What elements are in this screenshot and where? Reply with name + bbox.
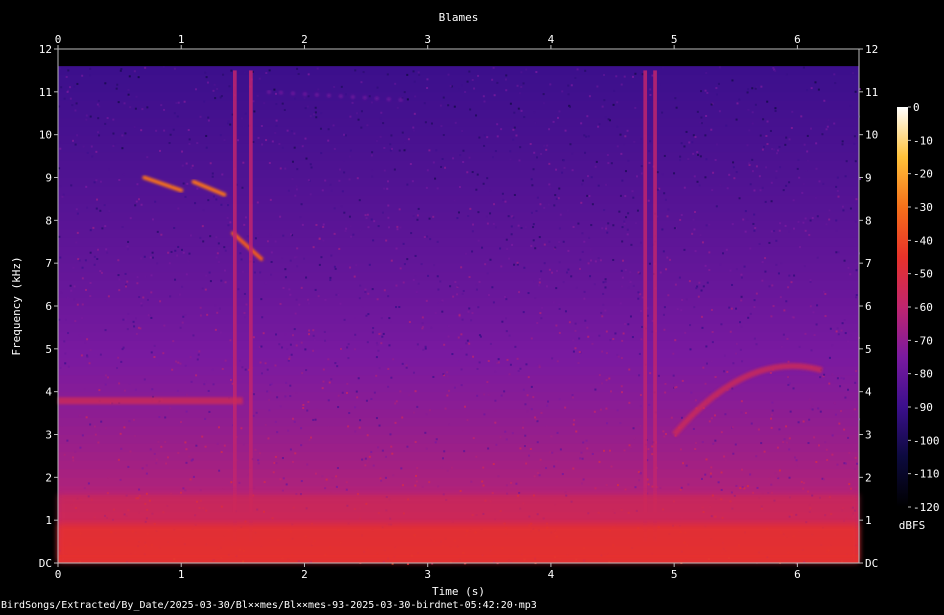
y-tick-label-left: 7 — [45, 257, 52, 270]
y-tick-label-right: 9 — [865, 172, 872, 185]
colorbar-ticks: 0 -10 -20 -30 -40 -50 -60 -70 -80 -90 -100 -110 -120 — [908, 101, 940, 514]
y-tick-label-left: DC — [39, 557, 52, 570]
y-tick-label-left: 4 — [45, 386, 52, 399]
y-tick-label-right: DC — [865, 557, 878, 570]
y-tick-label-left: 12 — [39, 43, 52, 56]
y-tick-label-left: 3 — [45, 429, 52, 442]
x-tick-label-bottom: 3 — [424, 568, 431, 581]
y-tick-label-right: 5 — [865, 343, 872, 356]
spectrogram-window: 0 0 1 1 2 2 3 3 4 4 5 5 6 6 DC DC 1 1 2 2 3 3 4 4 5 5 6 6 7 7 8 8 9 9 10 10… — [0, 0, 944, 611]
colorbar-tick-label: -100 — [913, 434, 940, 447]
y-tick-label-left: 5 — [45, 343, 52, 356]
x-axis-label: Time (s) — [432, 585, 485, 598]
x-tick-label-bottom: 5 — [671, 568, 678, 581]
colorbar-label: dBFS — [899, 519, 926, 532]
y-tick-label-right: 3 — [865, 429, 872, 442]
y-tick-label-right: 10 — [865, 129, 878, 142]
band-mark — [58, 397, 243, 405]
x-tick-label-top: 2 — [301, 33, 308, 46]
click-mark — [249, 70, 253, 542]
colorbar — [897, 107, 908, 507]
y-tick-label-right: 8 — [865, 214, 872, 227]
x-tick-label-bottom: 1 — [178, 568, 185, 581]
click-mark — [232, 70, 237, 542]
y-tick-label-right: 6 — [865, 300, 872, 313]
x-tick-label-bottom: 6 — [794, 568, 801, 581]
click-mark — [643, 70, 648, 542]
x-tick-label-top: 4 — [548, 33, 555, 46]
low-band-mark — [58, 524, 859, 561]
x-tick-label-top: 3 — [424, 33, 431, 46]
colorbar-tick-label: -10 — [913, 134, 933, 147]
x-tick-label-bottom: 0 — [55, 568, 62, 581]
colorbar-tick-label: -110 — [913, 468, 940, 481]
y-tick-label-right: 12 — [865, 43, 878, 56]
colorbar-tick-label: -40 — [913, 234, 933, 247]
y-tick-label-right: 2 — [865, 471, 872, 484]
colorbar-tick-label: -60 — [913, 301, 933, 314]
click-mark — [653, 70, 657, 542]
spectrogram-chart: 00112233445566DC DC1 12 23 34 45 56 67 78 89 910 10… — [1, 11, 940, 611]
colorbar-tick-label: -90 — [913, 401, 933, 414]
colorbar-tick-label: -70 — [913, 334, 933, 347]
x-tick-label-bottom: 4 — [548, 568, 555, 581]
colorbar-tick-label: -30 — [913, 201, 933, 214]
y-tick-label-right: 4 — [865, 386, 872, 399]
y-tick-label-left: 1 — [45, 514, 52, 527]
spectrogram-area — [58, 49, 861, 565]
y-tick-label-left: 9 — [45, 172, 52, 185]
y-tick-label-right: 11 — [865, 86, 878, 99]
x-tick-label-bottom: 2 — [301, 568, 308, 581]
y-tick-label-left: 6 — [45, 300, 52, 313]
colorbar-tick-label: 0 — [913, 101, 920, 114]
x-tick-label-top: 1 — [178, 33, 185, 46]
colorbar-tick-label: -50 — [913, 268, 933, 281]
y-tick-label-left: 10 — [39, 129, 52, 142]
colorbar-tick-label: -20 — [913, 168, 933, 181]
y-tick-label-right: 7 — [865, 257, 872, 270]
y-tick-label-right: 1 — [865, 514, 872, 527]
colorbar-tick-label: -80 — [913, 368, 933, 381]
x-tick-label-top: 0 — [55, 33, 62, 46]
y-tick-label-left: 11 — [39, 86, 52, 99]
y-tick-label-left: 8 — [45, 214, 52, 227]
x-tick-label-top: 6 — [794, 33, 801, 46]
y-tick-label-left: 2 — [45, 471, 52, 484]
y-axis-label: Frequency (kHz) — [10, 256, 23, 355]
chart-title: Blames — [439, 11, 479, 24]
file-path-caption: BirdSongs/Extracted/By_Date/2025-03-30/B… — [1, 600, 537, 611]
colorbar-tick-label: -120 — [913, 501, 940, 514]
x-tick-label-top: 5 — [671, 33, 678, 46]
